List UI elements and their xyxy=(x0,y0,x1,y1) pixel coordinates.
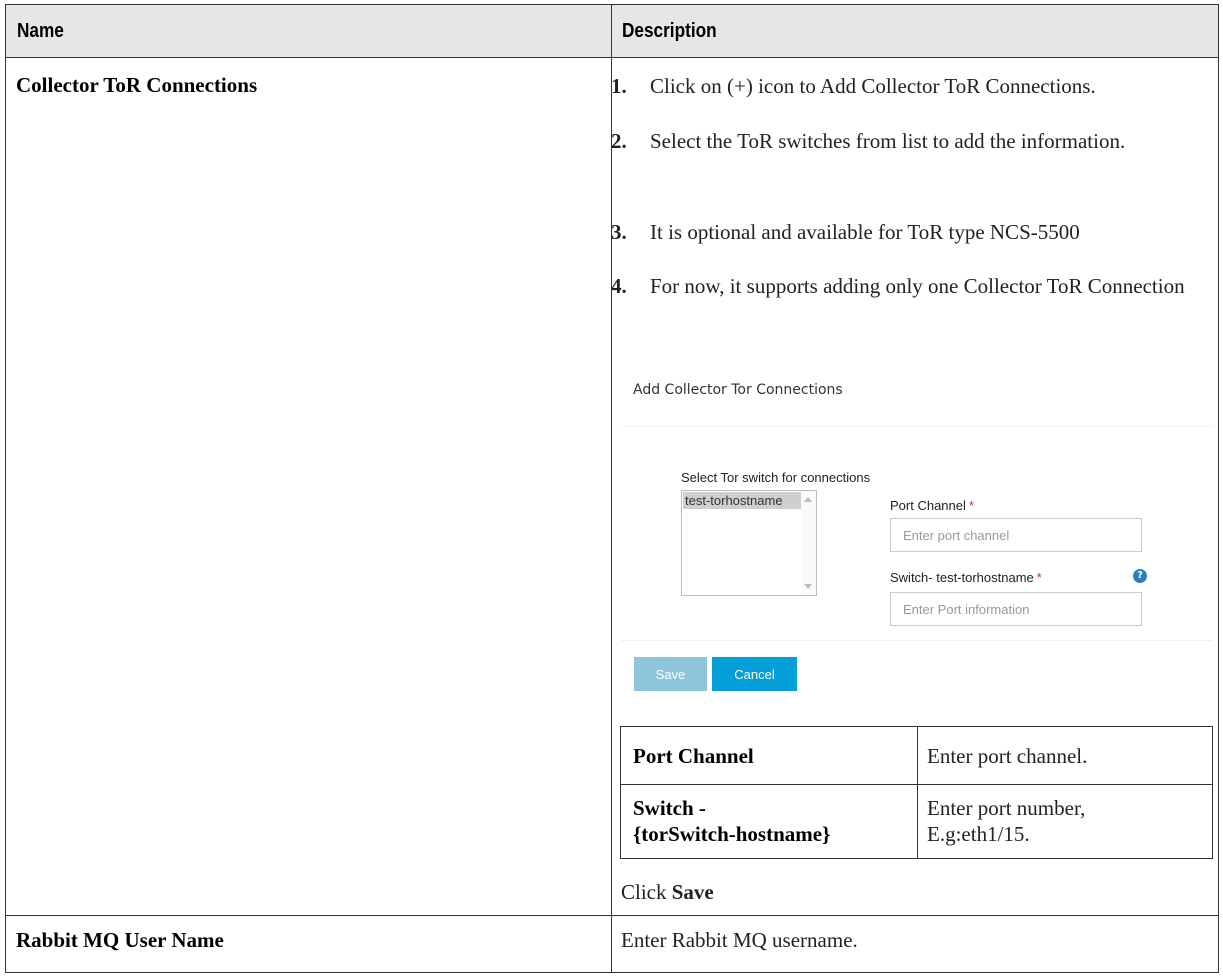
step-1: 1. Click on (+) icon to Add Collector To… xyxy=(611,74,1096,98)
step-2: 2. Select the ToR switches from list to … xyxy=(611,129,1126,153)
switch-label: Switch- test-torhostname * xyxy=(890,570,1042,585)
required-asterisk: * xyxy=(968,498,974,513)
scroll-down-icon[interactable] xyxy=(804,584,812,589)
add-connections-title: Add Collector Tor Connections xyxy=(633,382,843,398)
table-header-row: Name Description xyxy=(6,5,1218,58)
divider-bottom xyxy=(621,640,1213,641)
listbox-option[interactable]: test-torhostname xyxy=(683,492,802,509)
select-tor-label: Select Tor switch for connections xyxy=(681,470,871,485)
row-divider xyxy=(6,915,1218,916)
row-name-collector-tor: Collector ToR Connections xyxy=(16,73,258,97)
help-icon[interactable]: ? xyxy=(1133,569,1147,583)
cell-port-channel: Port Channel xyxy=(633,744,754,768)
row-desc-rabbitmq: Enter Rabbit MQ username. xyxy=(621,928,858,952)
step-3: 3. It is optional and available for ToR … xyxy=(611,220,1080,244)
header-name: Name xyxy=(17,20,64,42)
save-button[interactable]: Save xyxy=(634,657,707,691)
step-4: 4. For now, it supports adding only one … xyxy=(611,274,1185,298)
divider-top xyxy=(621,426,1213,427)
cancel-button[interactable]: Cancel xyxy=(712,657,797,691)
scroll-up-icon[interactable] xyxy=(804,497,812,502)
port-channel-input[interactable] xyxy=(890,518,1142,552)
cell-switch-desc-line1: Enter port number, xyxy=(927,796,1086,820)
cell-port-channel-desc: Enter port channel. xyxy=(927,744,1088,768)
row-name-rabbitmq: Rabbit MQ User Name xyxy=(16,928,224,952)
port-info-table: Port Channel Enter port channel. Switch … xyxy=(620,726,1213,859)
cell-switch-line2: {torSwitch-hostname} xyxy=(633,822,831,846)
cell-switch-line1: Switch - xyxy=(633,796,706,820)
cell-switch-desc-line2: E.g:eth1/15. xyxy=(927,822,1030,846)
listbox-scrollbar[interactable] xyxy=(801,491,816,595)
switch-port-input[interactable] xyxy=(890,592,1142,626)
tor-switch-listbox[interactable]: test-torhostname xyxy=(681,490,817,596)
required-asterisk: * xyxy=(1036,570,1042,585)
port-channel-label: Port Channel * xyxy=(890,498,974,513)
inner-column-divider xyxy=(917,727,918,858)
click-save-note: Click Save xyxy=(621,880,714,904)
header-description: Description xyxy=(622,20,717,42)
